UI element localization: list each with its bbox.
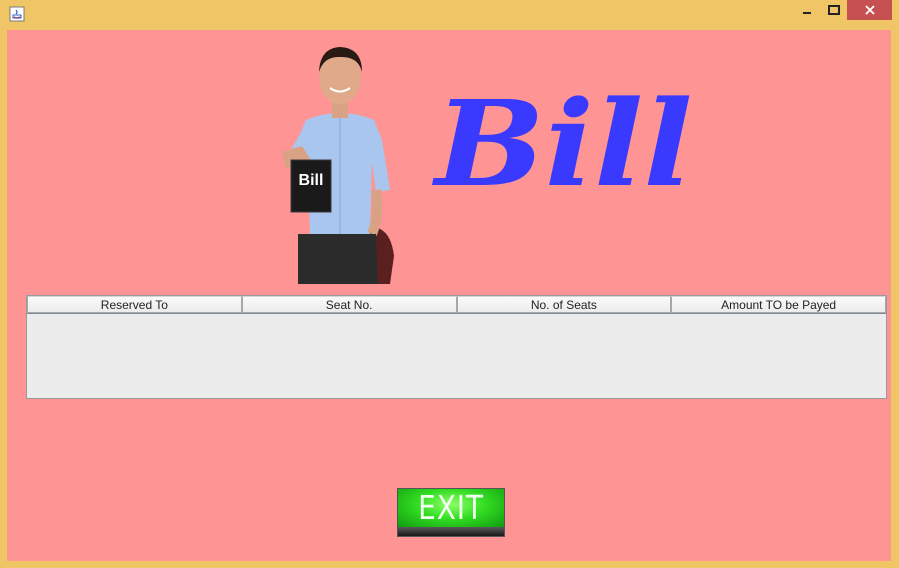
bill-logo-text: Bill [435, 74, 693, 213]
table-body[interactable] [27, 314, 886, 399]
exit-sign-base [398, 527, 504, 536]
content-panel: Bill Bill Reserved To Seat No. No. of Se… [7, 30, 891, 561]
close-icon [864, 5, 875, 15]
table-header: Reserved To Seat No. No. of Seats Amount… [27, 296, 886, 314]
column-header-no-of-seats[interactable]: No. of Seats [456, 296, 672, 313]
close-button[interactable] [847, 0, 892, 20]
column-header-reserved-to[interactable]: Reserved To [27, 296, 242, 313]
bill-logo: Bill [415, 74, 695, 220]
exit-button[interactable]: EXIT [397, 488, 505, 537]
maximize-icon [828, 5, 840, 15]
column-header-seat-no[interactable]: Seat No. [241, 296, 457, 313]
bill-table[interactable]: Reserved To Seat No. No. of Seats Amount… [26, 295, 887, 399]
java-app-icon [9, 6, 25, 22]
waiter-illustration [282, 47, 394, 284]
minimize-icon [803, 12, 811, 14]
maximize-button[interactable] [822, 0, 846, 20]
minimize-button[interactable] [796, 0, 818, 20]
title-bar [0, 0, 899, 28]
exit-button-label: EXIT [418, 488, 484, 527]
column-header-amount[interactable]: Amount TO be Payed [671, 296, 886, 313]
bill-sign-text: Bill [298, 172, 324, 189]
